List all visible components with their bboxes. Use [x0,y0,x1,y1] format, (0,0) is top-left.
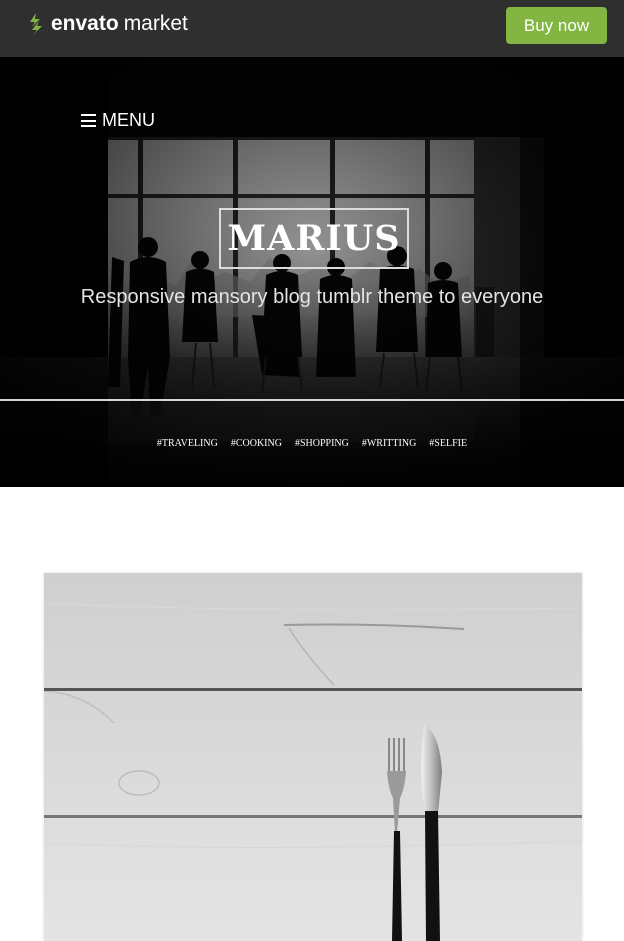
tag-writting[interactable]: #WRITTING [362,438,416,449]
menu-toggle[interactable]: MENU [81,110,155,131]
buy-now-button[interactable]: Buy now [506,7,607,44]
post-card[interactable] [44,573,582,941]
menu-label: MENU [102,110,155,130]
tag-shopping[interactable]: #SHOPPING [295,438,349,449]
envato-market-logo[interactable]: envato market [27,12,188,36]
site-title-box[interactable]: MARIUS [219,208,409,269]
site-tagline: Responsive mansory blog tumblr theme to … [80,286,544,308]
site-title: MARIUS [227,218,401,259]
envato-topbar: envato market Buy now [0,0,624,57]
hero-banner: MENU MARIUS Responsive mansory blog tumb… [0,57,624,487]
envato-leaf-icon [30,13,42,35]
tag-cooking[interactable]: #COOKING [231,438,282,449]
post-image-fork-knife [44,573,582,941]
tag-selfie[interactable]: #SELFIE [429,438,467,449]
hero-divider [0,399,624,401]
tag-list: #TRAVELING #COOKING #SHOPPING #WRITTING … [0,438,624,449]
hamburger-icon [81,114,96,127]
brand-bold: envato [51,12,119,35]
tag-traveling[interactable]: #TRAVELING [157,438,218,449]
brand-light: market [123,12,188,35]
